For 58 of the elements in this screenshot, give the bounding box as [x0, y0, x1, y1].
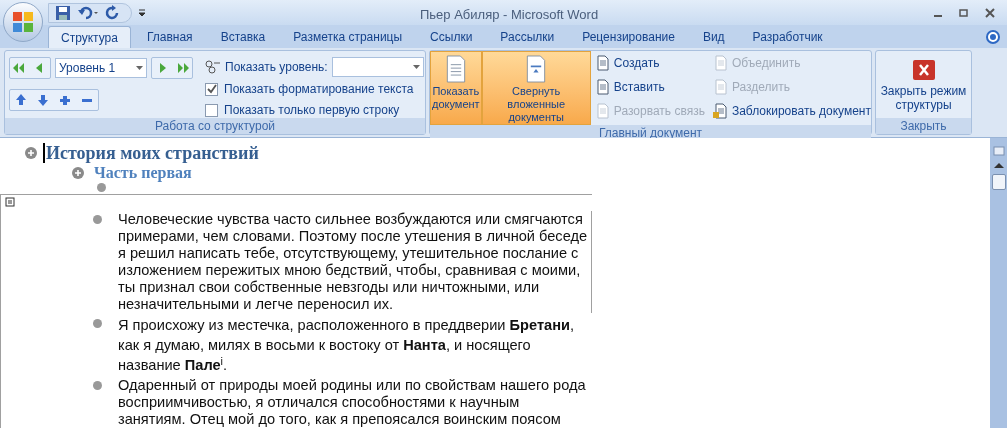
close-outline-button[interactable]: Закрыть режим структуры — [876, 51, 971, 118]
document-icon — [594, 78, 611, 95]
ribbon-command[interactable]: Заблокировать документ — [712, 101, 871, 121]
lock-document-icon — [712, 103, 729, 120]
document-icon — [594, 54, 611, 71]
bullet-icon — [93, 381, 102, 390]
restore-icon[interactable] — [959, 7, 969, 18]
checkbox[interactable] — [205, 103, 218, 117]
bullet-icon — [93, 215, 102, 224]
bullet-icon — [97, 183, 106, 192]
ribbon-tab[interactable]: Вставка — [208, 26, 278, 48]
vertical-scrollbar[interactable] — [990, 138, 1007, 428]
ribbon-tab[interactable]: Структура — [48, 26, 131, 48]
ribbon-tab[interactable]: Вид — [690, 26, 737, 48]
show-level-label: Показать уровень: — [225, 59, 328, 76]
level-dropdown[interactable]: Уровень 1 — [55, 58, 147, 78]
ribbon-tab[interactable]: Рецензирование — [570, 26, 687, 48]
redo-icon[interactable] — [105, 4, 121, 21]
ribbon-command[interactable]: Вставить — [594, 77, 705, 97]
office-logo — [11, 10, 35, 34]
group-label: Закрыть — [876, 118, 971, 134]
close-icon[interactable] — [985, 7, 995, 18]
checkbox[interactable] — [205, 82, 218, 96]
expand-icon[interactable] — [72, 167, 84, 179]
subheading: Часть первая — [94, 163, 192, 184]
document-icon — [712, 54, 729, 71]
ribbon-button[interactable]: Показать документ — [430, 51, 482, 125]
save-icon[interactable] — [55, 4, 71, 21]
ribbon-tab[interactable]: Разметка страницы — [281, 26, 415, 48]
scroll-up-icon[interactable] — [993, 162, 1004, 168]
expand-icon[interactable] — [25, 147, 37, 159]
heading: История моих странствий — [43, 143, 259, 163]
window-title: Пьер Абиляр - Microsoft Word — [420, 6, 599, 24]
show-level-icon — [205, 60, 221, 74]
bullet-icon — [93, 319, 102, 328]
dropdown-arrow-icon — [136, 66, 143, 70]
help-icon[interactable] — [985, 29, 1001, 45]
scroll-thumb[interactable] — [991, 174, 1006, 190]
dropdown-arrow-icon — [412, 65, 420, 69]
ribbon-button[interactable]: Свернуть вложенные документы — [481, 51, 591, 125]
checkbox-label: Показать только первую строку — [224, 102, 400, 119]
group-label: Работа со структурой — [5, 118, 425, 134]
subdocument-icon — [5, 197, 15, 207]
ribbon-tab[interactable]: Разработчик — [740, 26, 835, 48]
document-icon — [712, 78, 729, 95]
document-icon — [594, 103, 611, 120]
paragraph: Человеческие чувства часто сильнее возбуждаются или смягчаются примерами, чем словами. Поэтому после утешения в личной беседе я решил написать тебе, отсутствующему, утешительное послание с изложением пережитых мною бедствий, чтобы, сравнивая с моими, ты признал свои собственные невзгоды или ничтожными, или незначительными и легче переносил их. — [118, 211, 588, 313]
ribbon-command[interactable]: Создать — [594, 53, 705, 72]
ribbon-tab[interactable]: Рассылки — [488, 26, 567, 48]
ribbon-tab[interactable]: Главная — [134, 26, 205, 48]
undo-icon[interactable] — [77, 4, 99, 21]
close-icon — [911, 59, 936, 81]
office-button[interactable] — [3, 2, 43, 42]
paragraph: Я происхожу из местечка, расположенного в преддверии Бретани, как я думаю, милях в восьми к востоку от Нанта, и носящего название Пале$^{i}$. — [118, 316, 575, 375]
ribbon-tab[interactable]: Ссылки — [418, 26, 485, 48]
customize-toolbar-icon[interactable] — [138, 7, 146, 18]
paragraph: Одаренный от природы моей родины или по свойствам нашего рода восприимчивостью, я отличался способностями к научным занятиям. Отец мой до того, как я препоясался воинским поясом — [118, 377, 587, 428]
checkbox-label: Показать форматирование текста — [224, 81, 414, 98]
